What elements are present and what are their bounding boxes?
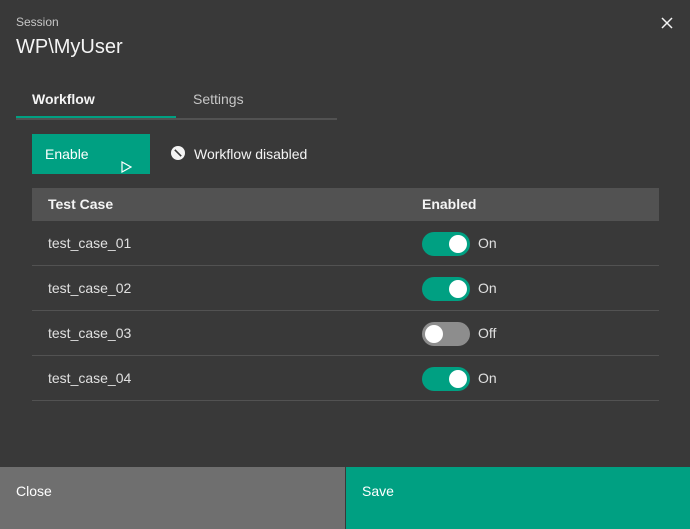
test-case-name: test_case_01 bbox=[48, 235, 132, 251]
close-icon[interactable] bbox=[656, 12, 678, 34]
toggle-state-label: On bbox=[478, 235, 497, 251]
toggle-knob bbox=[449, 370, 467, 388]
play-icon bbox=[120, 148, 133, 188]
table-row: test_case_01 On bbox=[32, 221, 659, 266]
column-header-test-case: Test Case bbox=[48, 196, 114, 212]
test-case-name: test_case_04 bbox=[48, 370, 132, 386]
toggle-knob bbox=[449, 235, 467, 253]
enable-button[interactable]: Enable bbox=[32, 134, 150, 174]
enable-button-label: Enable bbox=[45, 146, 89, 162]
table-row: test_case_02 On bbox=[32, 266, 659, 311]
enabled-toggle[interactable] bbox=[422, 322, 470, 346]
table-row: test_case_03 Off bbox=[32, 311, 659, 356]
workflow-status: Workflow disabled bbox=[171, 145, 307, 163]
toggle-state-label: On bbox=[478, 280, 497, 296]
toggle-state-label: Off bbox=[478, 325, 497, 341]
tab-list: Workflow Settings bbox=[16, 84, 337, 120]
table-header: Test Case Enabled bbox=[32, 188, 659, 221]
toggle-state-label: On bbox=[478, 370, 497, 386]
test-case-name: test_case_03 bbox=[48, 325, 132, 341]
table-row: test_case_04 On bbox=[32, 356, 659, 401]
session-title: WP\MyUser bbox=[16, 36, 123, 58]
enabled-toggle[interactable] bbox=[422, 232, 470, 256]
close-button[interactable]: Close bbox=[0, 467, 345, 529]
enabled-toggle[interactable] bbox=[422, 277, 470, 301]
toggle-knob bbox=[425, 325, 443, 343]
save-button[interactable]: Save bbox=[346, 467, 690, 529]
column-header-enabled: Enabled bbox=[422, 196, 477, 212]
tab-workflow[interactable]: Workflow bbox=[16, 84, 176, 118]
enabled-toggle[interactable] bbox=[422, 367, 470, 391]
toggle-knob bbox=[449, 280, 467, 298]
workflow-status-text: Workflow disabled bbox=[194, 146, 308, 162]
test-case-table: Test Case Enabled test_case_01 On test_c… bbox=[32, 188, 659, 401]
blocked-icon bbox=[171, 145, 194, 163]
tab-settings[interactable]: Settings bbox=[177, 84, 337, 118]
test-case-name: test_case_02 bbox=[48, 280, 132, 296]
session-label: Session bbox=[16, 15, 59, 29]
